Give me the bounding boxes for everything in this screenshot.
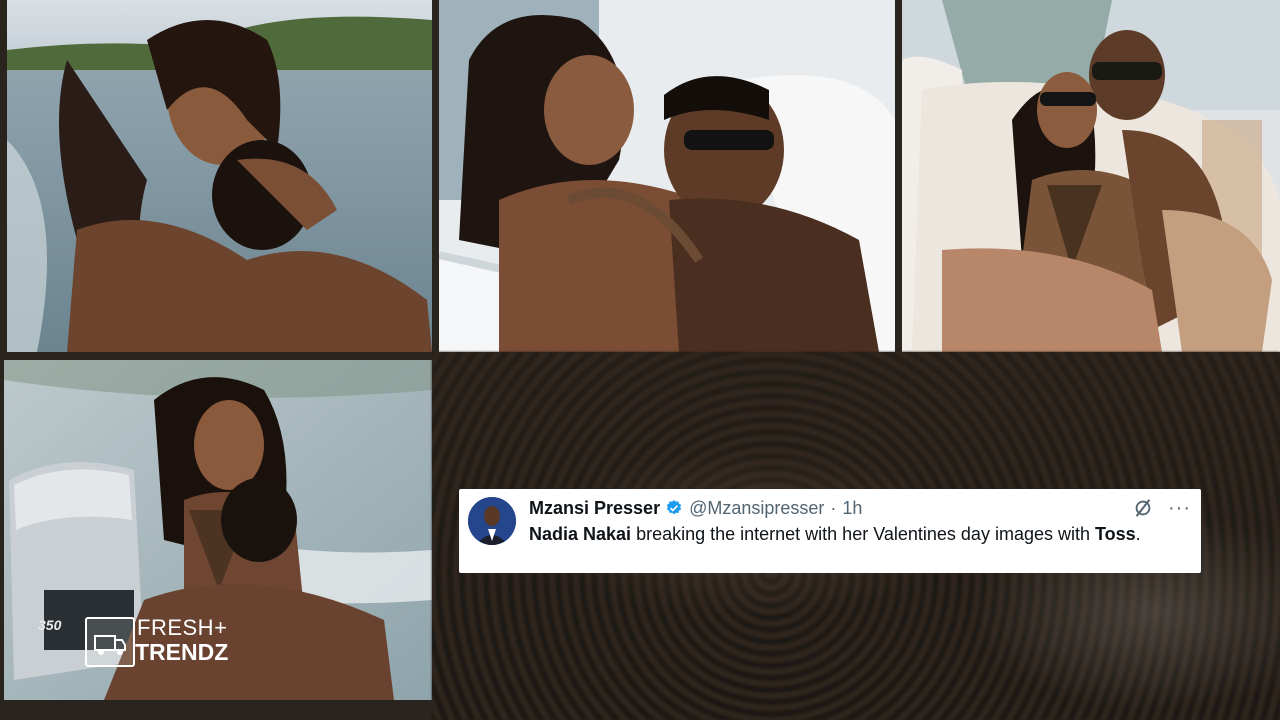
fresh-trendz-logo: FRESH+ TRENDZ [85,615,245,667]
engine-badge: 350 [38,617,62,633]
timestamp[interactable]: 1h [842,498,862,519]
logo-line-2: TRENDZ [135,639,229,665]
tweet-card[interactable]: Mzansi Presser @Mzansipresser · 1h ··· N… [459,489,1201,573]
photo-river-embrace [7,0,432,352]
separator: · [830,497,837,518]
avatar[interactable] [468,497,516,545]
handle[interactable]: @Mzansipresser [689,498,824,519]
display-name[interactable]: Mzansi Presser [529,498,660,519]
grok-icon[interactable] [1132,497,1154,519]
more-options-icon[interactable]: ··· [1168,498,1191,518]
truck-icon [85,617,135,667]
photo-boat-seat-couple [902,0,1280,352]
tweet-text: Nadia Nakai breaking the internet with h… [529,524,1141,544]
mention-nadia-nakai: Nadia Nakai [529,524,632,544]
verified-badge-icon [666,500,682,515]
mention-toss: Toss [1094,524,1136,544]
photo-boat-couple [439,0,895,352]
logo-line-1: FRESH+ [137,615,228,640]
